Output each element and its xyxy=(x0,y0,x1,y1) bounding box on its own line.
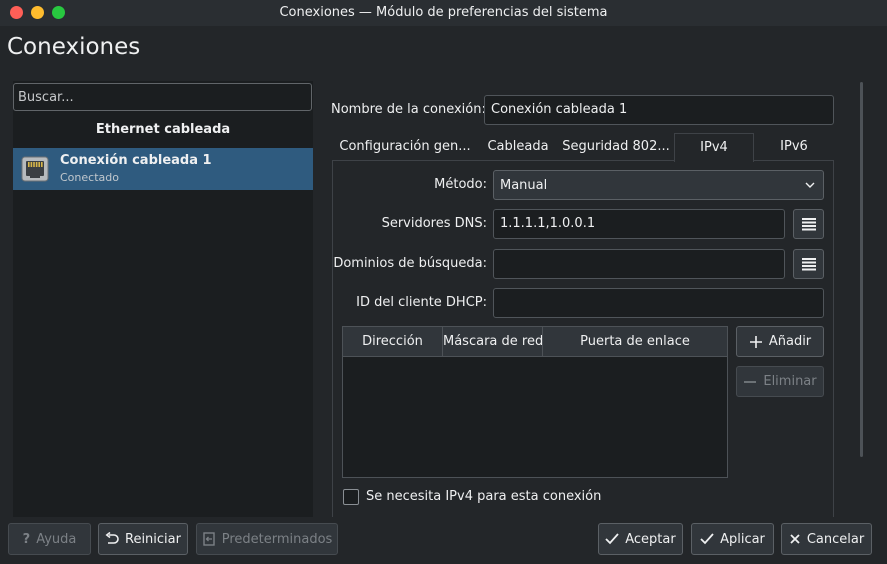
reset-label: Reiniciar xyxy=(125,531,181,547)
connections-list xyxy=(13,81,313,517)
remove-address-button[interactable]: Eliminar xyxy=(736,366,824,397)
method-label: Método: xyxy=(434,177,487,192)
defaults-button[interactable]: Predeterminados xyxy=(196,523,338,555)
remove-address-label: Eliminar xyxy=(763,374,817,389)
ethernet-icon xyxy=(21,156,49,182)
tab-wired[interactable]: Cableada xyxy=(482,133,554,161)
ipv4-required-label: Se necesita IPv4 para esta conexión xyxy=(366,489,602,504)
search-domains-field[interactable] xyxy=(493,249,785,279)
method-value: Manual xyxy=(500,177,548,193)
connection-name-field[interactable]: Conexión cableada 1 xyxy=(484,95,834,125)
document-revert-icon xyxy=(203,532,215,546)
scrollbar[interactable] xyxy=(860,82,863,457)
help-icon: ? xyxy=(22,531,31,547)
defaults-label: Predeterminados xyxy=(221,531,333,547)
connection-status: Conectado xyxy=(60,171,119,184)
close-icon xyxy=(790,534,800,544)
help-button[interactable]: ? Ayuda xyxy=(8,523,91,555)
ok-label: Aceptar xyxy=(625,531,676,547)
plus-icon xyxy=(749,335,762,348)
tab-ipv6[interactable]: IPv6 xyxy=(758,133,830,161)
dhcp-client-id-label: ID del cliente DHCP: xyxy=(356,295,487,310)
undo-icon xyxy=(105,532,119,544)
dns-edit-list-button[interactable] xyxy=(793,209,824,239)
cancel-label: Cancelar xyxy=(806,531,865,547)
tab-security-8021x[interactable]: Seguridad 802... xyxy=(562,133,670,161)
add-address-button[interactable]: Añadir xyxy=(736,326,824,357)
ipv4-required-checkbox[interactable] xyxy=(343,489,359,505)
list-icon xyxy=(801,218,816,231)
search-domains-edit-list-button[interactable] xyxy=(793,249,824,279)
dns-servers-field[interactable]: 1.1.1.1,1.0.0.1 xyxy=(493,209,785,239)
window-title: Conexiones — Módulo de preferencias del … xyxy=(279,5,608,20)
connection-name-label: Nombre de la conexión: xyxy=(331,102,486,117)
reset-button[interactable]: Reiniciar xyxy=(98,523,188,555)
connection-name: Conexión cableada 1 xyxy=(60,153,212,168)
title-bar: Conexiones — Módulo de preferencias del … xyxy=(0,0,887,26)
add-address-label: Añadir xyxy=(768,334,812,349)
checkmark-icon xyxy=(605,533,619,545)
address-table[interactable]: Dirección Máscara de red Puerta de enlac… xyxy=(342,326,728,478)
method-select[interactable]: Manual xyxy=(493,170,824,200)
search-domains-label: Dominios de búsqueda: xyxy=(333,256,487,271)
column-gateway[interactable]: Puerta de enlace xyxy=(543,327,727,357)
tab-ipv4[interactable]: IPv4 xyxy=(674,133,754,162)
ok-button[interactable]: Aceptar xyxy=(598,523,683,555)
checkmark-icon xyxy=(700,533,714,545)
list-icon xyxy=(801,258,816,271)
column-address[interactable]: Dirección xyxy=(343,327,443,357)
dhcp-client-id-field[interactable] xyxy=(493,288,824,318)
tab-general[interactable]: Configuración gen... xyxy=(338,133,472,161)
connection-group-heading: Ethernet cableada xyxy=(95,122,231,137)
page-title: Conexiones xyxy=(7,34,141,60)
dns-servers-label: Servidores DNS: xyxy=(381,216,487,231)
cancel-button[interactable]: Cancelar xyxy=(781,523,872,555)
apply-button[interactable]: Aplicar xyxy=(691,523,774,555)
apply-label: Aplicar xyxy=(720,531,765,547)
chevron-down-icon xyxy=(805,182,815,188)
minus-icon xyxy=(744,380,757,383)
help-label: Ayuda xyxy=(36,531,77,547)
search-input[interactable] xyxy=(13,83,312,111)
column-netmask[interactable]: Máscara de red xyxy=(443,327,543,357)
